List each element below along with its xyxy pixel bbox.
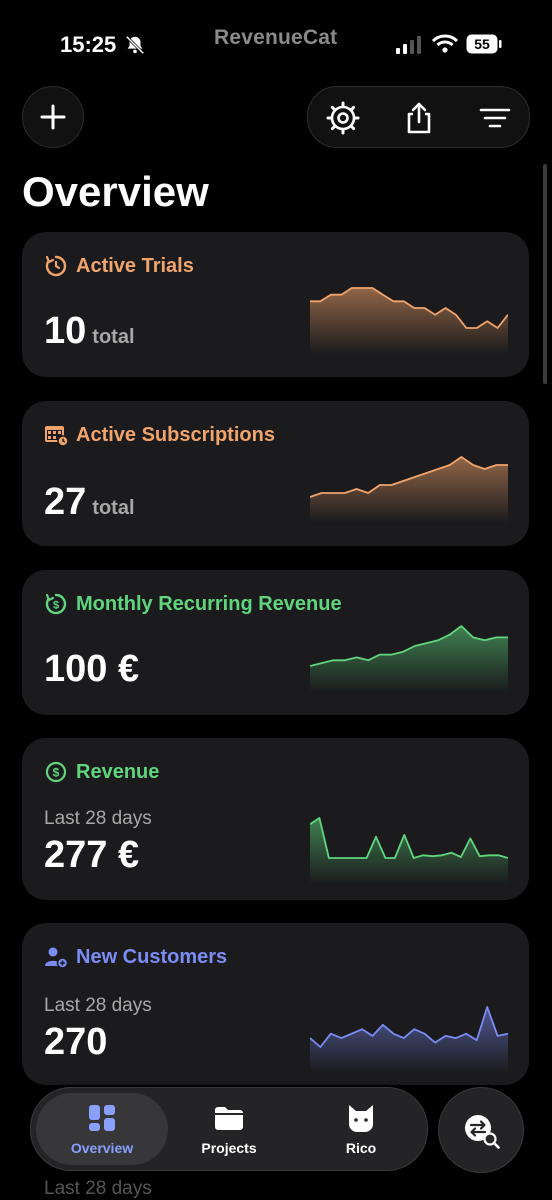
card-subtitle: Last 28 days (44, 808, 152, 829)
card-title: Active Trials (76, 254, 194, 277)
value-unit: total (92, 497, 135, 519)
timer-icon (45, 255, 67, 277)
active-trials-card[interactable]: Active Trials 10 total (22, 232, 529, 377)
dashboard-icon (89, 1105, 115, 1131)
tab-overview[interactable]: Overview (36, 1093, 168, 1165)
share-icon[interactable] (402, 101, 436, 135)
tab-rico[interactable]: Rico (295, 1088, 427, 1170)
card-value: 270 (44, 1021, 108, 1063)
tab-bar: Overview Projects Rico (30, 1087, 428, 1171)
card-title: Monthly Recurring Revenue (76, 592, 342, 615)
card-subtitle: Last 28 days (44, 995, 152, 1016)
tab-label: Rico (345, 1140, 377, 1156)
brand-logo: RevenueCat (214, 26, 338, 49)
silent-bell-icon (125, 35, 145, 55)
battery-indicator: 55 (466, 34, 502, 54)
tab-label: Overview (70, 1140, 134, 1156)
sparkline-area (310, 626, 508, 692)
switch-search-button[interactable] (438, 1087, 524, 1173)
sparkline-area (310, 288, 508, 354)
wifi-icon (432, 34, 458, 53)
mrr-sparkline (310, 625, 508, 692)
cellular-signal-icon (396, 36, 421, 54)
settings-icon[interactable] (326, 101, 360, 135)
cat-face-icon (349, 1105, 373, 1132)
filter-icon[interactable] (478, 101, 512, 135)
add-button[interactable] (22, 86, 84, 148)
folder-icon (215, 1107, 243, 1130)
revenue-sparkline (310, 817, 508, 884)
card-title: Revenue (76, 760, 160, 783)
swap-search-icon (465, 1115, 500, 1149)
card-header: Active Subscriptions (44, 423, 275, 447)
battery-level: 55 (474, 36, 490, 52)
dollar-icon: $ (45, 761, 67, 783)
svg-text:$: $ (53, 766, 60, 780)
plus-icon (40, 104, 66, 130)
value-unit: total (92, 326, 135, 348)
tab-projects[interactable]: Projects (163, 1088, 295, 1170)
card-value: 100 € (44, 648, 140, 690)
new-customers-sparkline (310, 1006, 508, 1073)
card-title: Active Subscriptions (76, 423, 275, 446)
status-time: 15:25 (60, 32, 117, 57)
card-title: New Customers (76, 945, 228, 968)
page-title: Overview (22, 168, 209, 215)
card-header: Active Trials (44, 254, 194, 278)
card-header: $ Revenue (44, 760, 159, 784)
tab-label: Projects (201, 1140, 257, 1156)
value-number: 10 (44, 310, 87, 352)
add-user-icon (45, 947, 68, 969)
card-header: $ Monthly Recurring Revenue (44, 592, 342, 616)
calendar-icon (45, 426, 68, 447)
toolbar (307, 86, 530, 148)
sparkline-area (310, 818, 508, 884)
active-subscriptions-card[interactable]: Active Subscriptions 27 total (22, 401, 529, 546)
value-number: 27 (44, 481, 87, 523)
status-bar: 15:25 RevenueCat 55 (0, 0, 552, 90)
sparkline-area (310, 1007, 508, 1073)
active-trials-sparkline (310, 287, 508, 354)
cycle-dollar-icon: $ (45, 593, 67, 615)
revenue-card[interactable]: $ Revenue Last 28 days 277 € (22, 738, 529, 900)
card-value: 10 total (44, 310, 135, 353)
active-subscriptions-sparkline (310, 456, 508, 523)
card-value: 27 total (44, 481, 135, 524)
card-value: 277 € (44, 834, 140, 876)
svg-text:$: $ (53, 600, 59, 612)
mrr-card[interactable]: $ Monthly Recurring Revenue 100 € (22, 570, 529, 715)
new-customers-card[interactable]: New Customers Last 28 days 270 (22, 923, 529, 1085)
partial-card-subtitle: Last 28 days (44, 1178, 152, 1199)
card-header: New Customers (44, 945, 227, 969)
scrollbar[interactable] (543, 164, 547, 384)
